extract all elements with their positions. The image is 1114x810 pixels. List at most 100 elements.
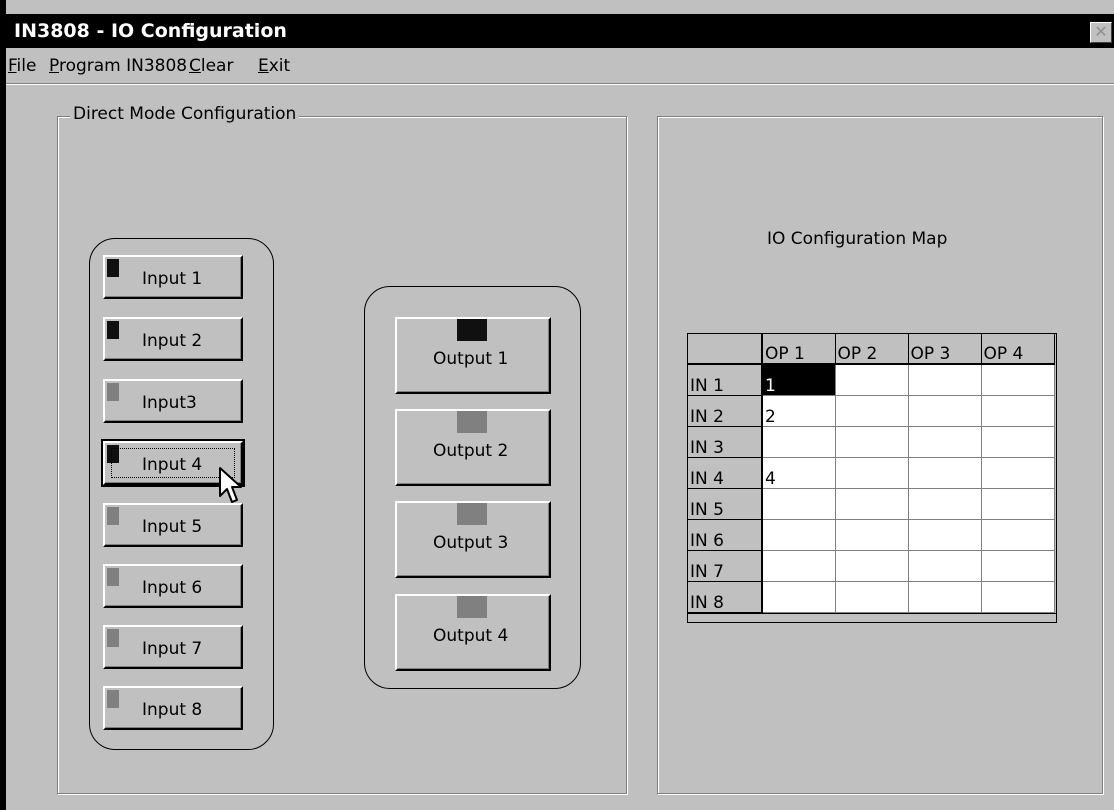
output-2-button[interactable]: Output 2 [395,409,551,486]
input-5-button[interactable]: Input 5 [103,503,243,547]
grid-corner-cell [688,334,763,365]
grid-row: IN 6 [688,519,1055,551]
input-2-indicator [107,321,119,339]
close-icon: ✕ [1094,24,1108,41]
input-4-label: Input 4 [142,455,203,475]
menu-file[interactable]: File [8,56,36,76]
menu-separator [6,83,1114,85]
grid-bottom-bar [688,613,1056,622]
io-grid-table: OP 1 OP 2 OP 3 OP 4 IN 1 1 IN 2 2 IN 3 I… [688,334,1055,613]
grid-cell[interactable] [835,457,909,489]
menu-program-mnemonic: P [49,56,59,76]
grid-header-row: OP 1 OP 2 OP 3 OP 4 [688,334,1055,365]
input-5-indicator [107,507,119,525]
menu-clear[interactable]: Clear [189,56,233,76]
input-2-label: Input 2 [142,331,203,351]
io-map-title: IO Configuration Map [767,229,948,249]
grid-cell[interactable] [908,550,982,582]
input-6-label: Input 6 [142,578,203,598]
input-1-button[interactable]: Input 1 [103,255,243,299]
grid-cell[interactable] [908,581,982,613]
input-1-label: Input 1 [142,269,203,289]
grid-cell[interactable] [835,519,909,551]
grid-cell[interactable] [835,550,909,582]
input-3-button[interactable]: Input3 [103,379,243,423]
direct-mode-group-label: Direct Mode Configuration [70,104,300,124]
grid-cell[interactable] [981,550,1055,582]
output-2-label: Output 2 [433,441,509,461]
close-button[interactable]: ✕ [1090,22,1112,43]
grid-cell[interactable] [835,488,909,520]
output-4-button[interactable]: Output 4 [395,594,551,671]
grid-cell[interactable] [908,519,982,551]
window-title: IN3808 - IO Configuration [14,20,287,42]
grid-cell[interactable] [762,488,836,520]
menu-exit-rest: xit [268,56,291,76]
menu-program[interactable]: Program IN3808 [49,56,187,76]
grid-cell[interactable] [762,426,836,458]
grid-cell[interactable] [981,488,1055,520]
title-bar[interactable]: IN3808 - IO Configuration ✕ [6,14,1114,48]
menu-bar: File Program IN3808 Clear Exit [6,50,1114,80]
grid-cell[interactable] [908,457,982,489]
input-7-button[interactable]: Input 7 [103,625,243,669]
input-2-button[interactable]: Input 2 [103,317,243,361]
grid-row-header: IN 6 [688,519,763,551]
grid-cell[interactable]: 1 [762,364,836,396]
grid-cell[interactable] [981,426,1055,458]
grid-cell[interactable] [908,488,982,520]
grid-column-header: OP 2 [835,334,909,365]
grid-cell[interactable] [981,395,1055,427]
grid-row: IN 3 [688,426,1055,458]
output-1-label: Output 1 [433,349,509,369]
grid-cell[interactable] [981,581,1055,613]
grid-row: IN 2 2 [688,395,1055,427]
window-left-border [0,0,6,810]
output-3-button[interactable]: Output 3 [395,501,551,578]
grid-row-header: IN 3 [688,426,763,458]
grid-cell[interactable] [835,581,909,613]
input-3-indicator [107,383,119,401]
grid-row: IN 7 [688,550,1055,582]
arrow-cursor-icon [219,467,242,503]
grid-cell[interactable] [835,395,909,427]
grid-row-header: IN 7 [688,550,763,582]
menu-exit[interactable]: Exit [258,56,290,76]
input-7-label: Input 7 [142,639,203,659]
grid-row-header: IN 5 [688,488,763,520]
grid-cell[interactable] [908,395,982,427]
input-8-button[interactable]: Input 8 [103,686,243,730]
input-8-label: Input 8 [142,700,203,720]
output-1-indicator [457,319,487,341]
output-1-button[interactable]: Output 1 [395,317,551,394]
grid-cell[interactable] [908,426,982,458]
input-6-button[interactable]: Input 6 [103,564,243,608]
output-4-label: Output 4 [433,626,509,646]
grid-cell[interactable] [835,426,909,458]
grid-row: IN 5 [688,488,1055,520]
grid-cell[interactable] [762,519,836,551]
grid-cell[interactable] [762,550,836,582]
app-window: IN3808 - IO Configuration ✕ File Program… [0,0,1114,810]
grid-column-header: OP 1 [762,334,836,365]
io-configuration-grid[interactable]: OP 1 OP 2 OP 3 OP 4 IN 1 1 IN 2 2 IN 3 I… [687,333,1057,623]
menu-clear-rest: lear [200,56,234,76]
grid-cell[interactable] [981,519,1055,551]
grid-cell[interactable]: 2 [762,395,836,427]
output-4-indicator [457,596,487,618]
menu-file-mnemonic: F [8,56,17,76]
grid-cell[interactable] [835,364,909,396]
grid-cell[interactable] [762,581,836,613]
input-6-indicator [107,568,119,586]
grid-cell[interactable] [981,457,1055,489]
grid-cell[interactable] [908,364,982,396]
grid-row-header: IN 1 [688,364,763,396]
output-3-label: Output 3 [433,533,509,553]
grid-cell[interactable] [981,364,1055,396]
input-8-indicator [107,690,119,708]
output-3-indicator [457,503,487,525]
grid-row-header: IN 8 [688,581,763,613]
grid-cell[interactable]: 4 [762,457,836,489]
output-2-indicator [457,411,487,433]
inputs-frame [89,238,274,750]
